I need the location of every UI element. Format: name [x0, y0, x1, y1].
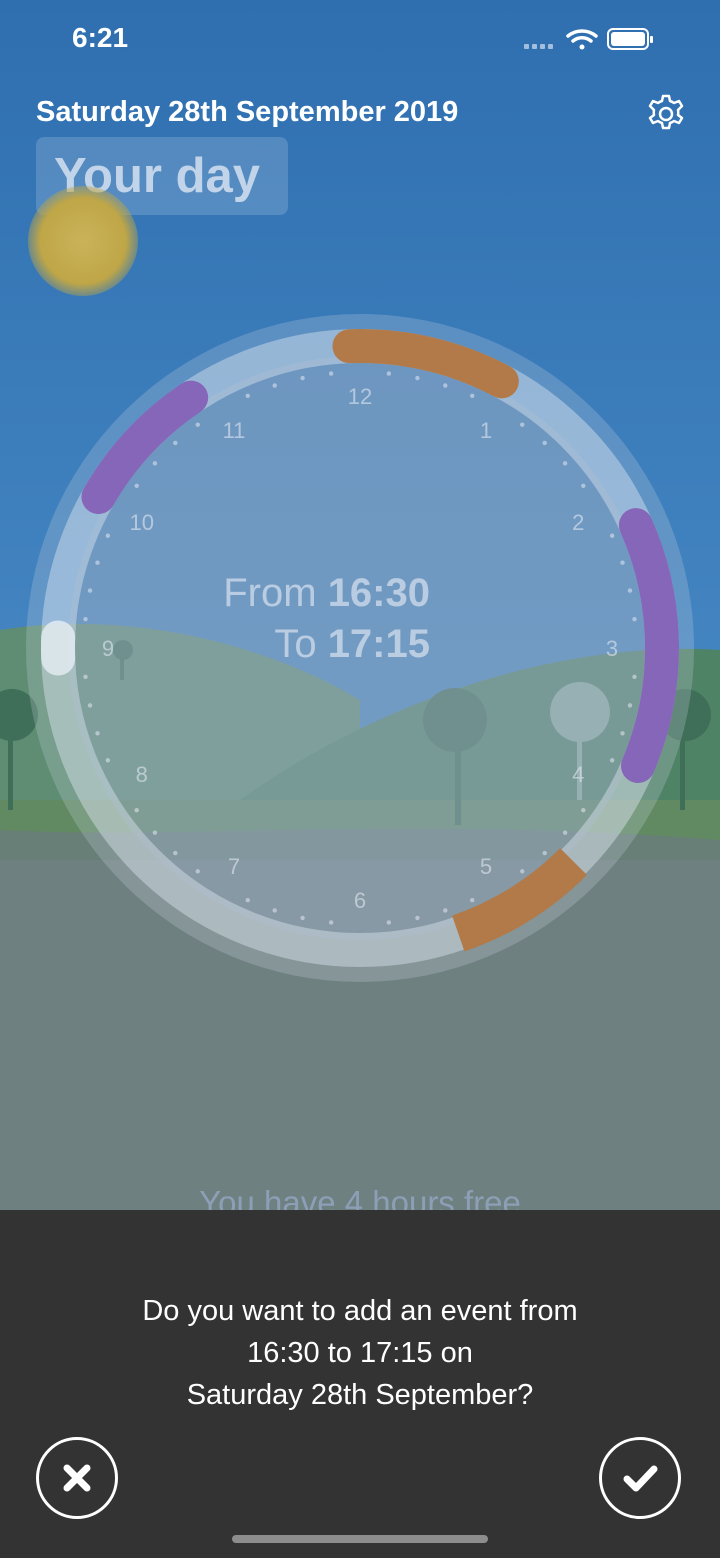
hour-label: 1: [480, 418, 492, 443]
minute-dot: [520, 422, 525, 427]
confirm-button[interactable]: [599, 1437, 681, 1519]
to-time-row: To 17:15: [70, 622, 430, 667]
minute-dot: [105, 758, 111, 763]
minute-dot: [470, 897, 475, 903]
minute-dot: [95, 731, 100, 736]
minute-dot: [245, 897, 250, 903]
minute-dot: [609, 533, 615, 538]
from-label: From: [223, 571, 317, 615]
minute-dot: [562, 461, 568, 466]
minute-dot: [443, 383, 448, 388]
minute-dot: [542, 850, 547, 856]
close-icon: [63, 1464, 91, 1492]
hour-label: 6: [354, 888, 366, 913]
minute-dot: [195, 869, 200, 874]
minute-dot: [609, 758, 615, 763]
minute-dot: [134, 483, 139, 488]
minute-dot: [581, 483, 586, 488]
minute-dot: [620, 731, 625, 736]
minute-dot: [632, 616, 637, 622]
minute-dot: [470, 393, 475, 399]
minute-dot: [173, 440, 178, 446]
minute-dot: [134, 808, 139, 813]
minute-dot: [328, 920, 334, 925]
from-time-row: From 16:30: [70, 571, 430, 616]
minute-dot: [272, 908, 277, 913]
minute-dot: [152, 830, 158, 835]
check-icon: [623, 1465, 658, 1492]
hour-label: 7: [228, 854, 240, 879]
minute-dot: [386, 371, 392, 376]
cancel-button[interactable]: [36, 1437, 118, 1519]
minute-dot: [152, 461, 158, 466]
minute-dot: [581, 808, 586, 813]
hour-label: 12: [348, 384, 372, 409]
dialog-line-1: Do you want to add an event from: [142, 1295, 578, 1327]
dialog-line-3: Saturday 28th September?: [186, 1379, 534, 1411]
minute-dot: [173, 850, 178, 856]
minute-dot: [87, 703, 93, 708]
clock-dial[interactable]: 121234567891011: [0, 0, 720, 1000]
minute-dot: [520, 869, 525, 874]
minute-dot: [300, 915, 305, 921]
minute-dot: [83, 674, 88, 680]
dialog-message: Do you want to add an event from 16:30 t…: [0, 1290, 720, 1416]
hour-label: 3: [606, 636, 618, 661]
minute-dot: [83, 616, 88, 622]
minute-dot: [300, 375, 305, 381]
to-time: 17:15: [327, 622, 430, 666]
minute-dot: [245, 393, 250, 399]
hour-label: 2: [572, 510, 584, 535]
hour-label: 10: [130, 510, 154, 535]
dialog-line-2: 16:30 to 17:15 on: [247, 1337, 473, 1369]
hour-label: 11: [223, 418, 246, 443]
minute-dot: [542, 440, 547, 446]
minute-dot: [415, 915, 420, 921]
minute-dot: [195, 422, 200, 427]
home-indicator: [232, 1535, 488, 1543]
minute-dot: [415, 375, 420, 381]
minute-dot: [95, 560, 100, 565]
minute-dot: [328, 371, 334, 376]
minute-dot: [632, 674, 637, 680]
minute-dot: [562, 830, 568, 835]
hour-label: 8: [136, 762, 148, 787]
minute-dot: [386, 920, 392, 925]
minute-dot: [272, 383, 277, 388]
to-label: To: [274, 622, 317, 666]
minute-dot: [627, 703, 633, 708]
hour-label: 5: [480, 854, 492, 879]
minute-dot: [443, 908, 448, 913]
minute-dot: [105, 533, 111, 538]
from-time: 16:30: [327, 571, 430, 615]
minute-dot: [620, 560, 625, 565]
hour-label: 4: [572, 762, 584, 787]
minute-dot: [627, 588, 633, 593]
